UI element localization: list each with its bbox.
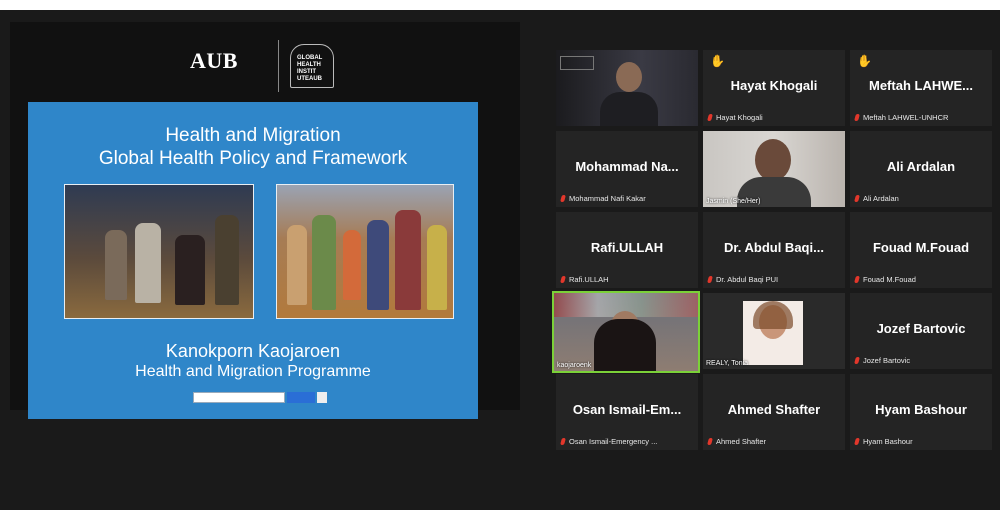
participant-label-text: Osan Ismail-Emergency ... [569, 437, 658, 446]
participant-display-name: Meftah LAHWE... [869, 78, 973, 93]
participant-name-label: Mohammad Nafi Kakar [560, 194, 646, 203]
participant-tile[interactable]: Jozef Bartovic Jozef Bartovic [850, 293, 992, 369]
participant-name-label: Jasmin (She/Her) [706, 198, 761, 205]
participant-display-name: Ahmed Shafter [727, 402, 821, 417]
slide-photo-migrants [276, 184, 454, 319]
participant-tile[interactable]: Rafi.ULLAH Rafi.ULLAH [556, 212, 698, 288]
background-logo [560, 56, 594, 70]
participant-label-text: Ali Ardalan [863, 194, 899, 203]
participant-video [556, 50, 698, 126]
participant-name-label: Ahmed Shafter [707, 437, 766, 446]
slide-title-line1: Health and Migration [165, 125, 341, 146]
participant-name-label: Ali Ardalan [854, 194, 899, 203]
slide-photo-clinic [64, 184, 254, 319]
participant-tile[interactable]: Ahmed Shafter Ahmed Shafter [703, 374, 845, 450]
participant-tile[interactable]: Fouad M.Fouad Fouad M.Fouad [850, 212, 992, 288]
participant-tile[interactable]: ✋ Hayat Khogali Hayat Khogali [703, 50, 845, 126]
slide-embedded-button-small [317, 392, 327, 403]
participant-display-name: Dr. Abdul Baqi... [724, 240, 824, 255]
aub-logo-text: AUB [190, 48, 238, 73]
participant-label-text: Rafi.ULLAH [569, 275, 609, 284]
slide-embedded-button [287, 392, 315, 403]
participant-label-text: Mohammad Nafi Kakar [569, 194, 646, 203]
participant-name-label: Dr. Abdul Baqi PUI [707, 275, 778, 284]
participant-name-label: Fouad M.Fouad [854, 275, 916, 284]
muted-mic-icon [707, 276, 713, 283]
participant-name-label: Meftah LAHWEL-UNHCR [854, 113, 948, 122]
logo-divider [278, 40, 279, 92]
participant-label-text: Hayat Khogali [716, 113, 763, 122]
ghi-logo-text: GLOBAL HEALTH INSTIT UTEAUB [297, 55, 323, 82]
participant-name-label: Hayat Khogali [707, 113, 763, 122]
participant-display-name: Mohammad Na... [575, 159, 679, 174]
slide-presenter-name: Kanokporn Kaojaroen [165, 341, 341, 361]
participant-tile[interactable]: Dr. Abdul Baqi... Dr. Abdul Baqi PUI [703, 212, 845, 288]
participant-label-text: Fouad M.Fouad [863, 275, 916, 284]
participant-display-name: Fouad M.Fouad [872, 240, 970, 255]
slide-embedded-input [193, 392, 285, 403]
participant-label-text: Ahmed Shafter [716, 437, 767, 446]
participant-video [703, 131, 845, 207]
screen-share-area: AUB GLOBAL HEALTH INSTIT UTEAUB Health a… [10, 22, 520, 419]
participant-tile-video[interactable] [556, 50, 698, 126]
participant-name-label: Hyam Bashour [854, 437, 913, 446]
participant-tile-video[interactable]: REALY, Tonia [703, 293, 845, 369]
ghi-logo: GLOBAL HEALTH INSTIT UTEAUB [290, 44, 334, 88]
participant-label-text: Dr. Abdul Baqi PUI [716, 275, 779, 284]
slide-title-line2: Global Health Policy and Framework [98, 148, 408, 169]
participant-tile[interactable]: Ali Ardalan Ali Ardalan [850, 131, 992, 207]
muted-mic-icon [854, 114, 860, 121]
muted-mic-icon [854, 195, 860, 202]
participant-name-label: Osan Ismail-Emergency ... [560, 437, 657, 446]
muted-mic-icon [854, 276, 860, 283]
slide-presenter-block: Kanokporn Kaojaroen Health and Migration… [28, 340, 478, 382]
participant-tile[interactable]: ✋ Meftah LAHWE... Meftah LAHWEL-UNHCR [850, 50, 992, 126]
raised-hand-icon: ✋ [710, 54, 725, 68]
muted-mic-icon [560, 195, 566, 202]
participant-label-text: Jozef Bartovic [863, 356, 911, 365]
participant-tile[interactable]: Mohammad Na... Mohammad Nafi Kakar [556, 131, 698, 207]
slide-programme: Health and Migration Programme [135, 363, 371, 380]
muted-mic-icon [854, 357, 860, 364]
participant-display-name: Osan Ismail-Em... [572, 402, 682, 417]
participant-video [554, 293, 698, 371]
participant-face [755, 139, 791, 181]
aub-ghi-logo: AUB GLOBAL HEALTH INSTIT UTEAUB [190, 32, 340, 92]
muted-mic-icon [560, 438, 566, 445]
participant-tile-video[interactable]: Jasmin (She/Her) [703, 131, 845, 207]
participant-display-name: Rafi.ULLAH [590, 240, 664, 255]
participant-label-text: Meftah LAHWEL-UNHCR [863, 113, 949, 122]
participant-display-name: Jozef Bartovic [876, 321, 966, 336]
slide-title: Health and Migration Global Health Polic… [28, 124, 478, 170]
muted-mic-icon [560, 276, 566, 283]
raised-hand-icon: ✋ [857, 54, 872, 68]
participant-display-name: Ali Ardalan [886, 159, 956, 174]
muted-mic-icon [854, 438, 860, 445]
meeting-window: AUB GLOBAL HEALTH INSTIT UTEAUB Health a… [0, 10, 1000, 510]
participant-face [616, 62, 642, 92]
participant-name-label: Rafi.ULLAH [560, 275, 609, 284]
participant-display-name: Hayat Khogali [730, 78, 818, 93]
presentation-slide: Health and Migration Global Health Polic… [28, 102, 478, 419]
participant-tile[interactable]: Hyam Bashour Hyam Bashour [850, 374, 992, 450]
participant-name-label: REALY, Tonia [706, 360, 749, 367]
participant-tile-active-speaker[interactable]: kaojaroenk [552, 291, 700, 373]
participant-tile[interactable]: Osan Ismail-Em... Osan Ismail-Emergency … [556, 374, 698, 450]
participant-name-label: kaojaroenk [557, 362, 592, 369]
participant-display-name: Hyam Bashour [875, 402, 967, 417]
muted-mic-icon [707, 114, 713, 121]
muted-mic-icon [707, 438, 713, 445]
participant-video [703, 293, 845, 369]
participant-name-label: Jozef Bartovic [854, 356, 910, 365]
participant-label-text: Hyam Bashour [863, 437, 913, 446]
